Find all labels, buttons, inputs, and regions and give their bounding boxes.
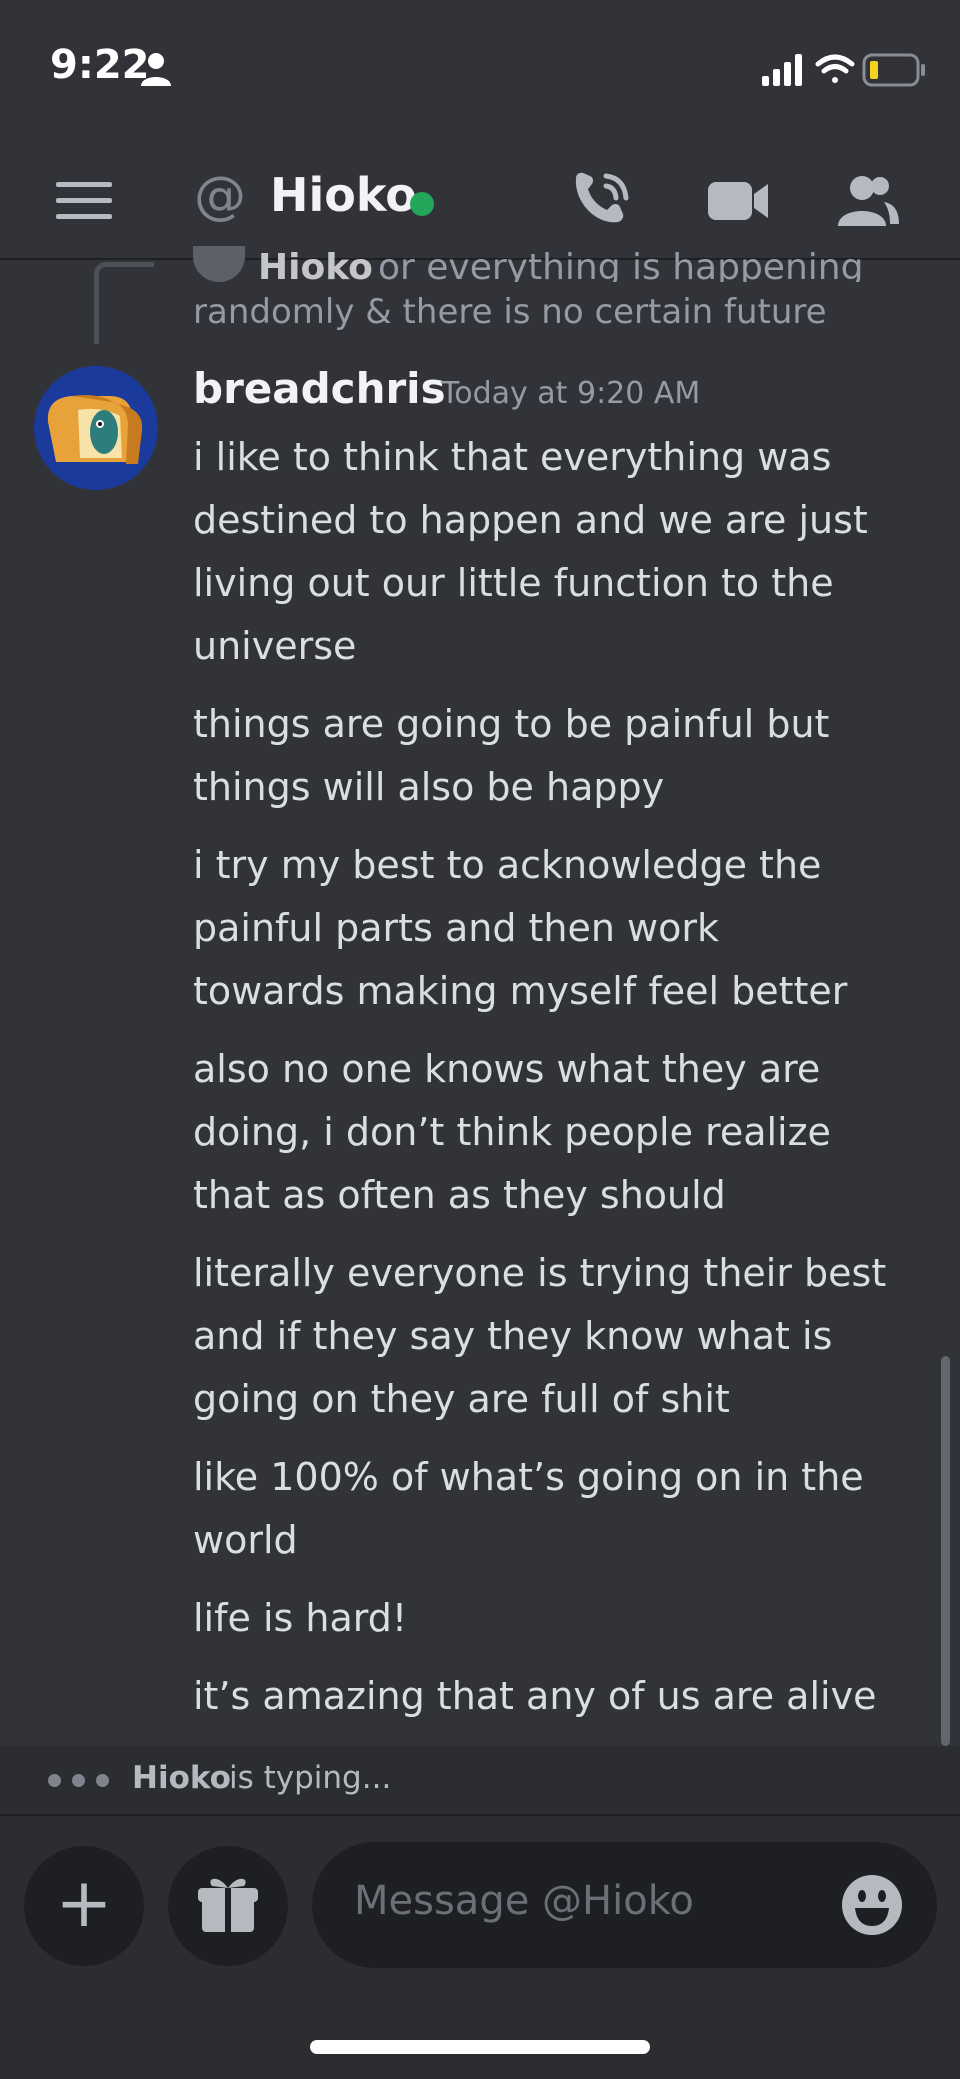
status-indicators — [762, 53, 925, 87]
add-attachment-button[interactable]: + — [24, 1846, 144, 1966]
message-text[interactable]: things are going to be painful but thing… — [193, 693, 933, 819]
reply-text-top: or everything is happening — [378, 247, 864, 282]
battery-icon — [862, 53, 925, 87]
message-text[interactable]: i try my best to acknowledge the painful… — [193, 834, 933, 1023]
menu-icon[interactable] — [56, 176, 112, 224]
typing-user: Hioko — [132, 1760, 231, 1796]
message-timestamp: Today at 9:20 AM — [441, 376, 701, 411]
gift-button[interactable] — [168, 1846, 288, 1966]
avatar[interactable] — [34, 366, 158, 490]
video-call-icon[interactable] — [706, 170, 770, 230]
bread-avatar-icon — [34, 366, 158, 490]
emoji-icon[interactable] — [841, 1874, 903, 1936]
message-input-placeholder: Message @Hioko — [354, 1878, 694, 1924]
wifi-icon — [815, 54, 855, 83]
message-text[interactable]: literally everyone is trying their best … — [193, 1242, 933, 1431]
status-time: 9:22 — [50, 42, 150, 88]
message-composer: + Message @Hioko — [0, 1816, 960, 2079]
message-text[interactable]: it’s amazing that any of us are alive — [193, 1665, 933, 1728]
message-text[interactable]: like 100% of what’s going on in the worl… — [193, 1446, 933, 1572]
gift-icon — [198, 1878, 258, 1932]
online-status-icon — [410, 192, 434, 216]
message-input[interactable]: Message @Hioko — [312, 1842, 937, 1968]
reply-text[interactable]: randomly & there is no certain future — [193, 292, 827, 332]
message-text[interactable]: life is hard! — [193, 1587, 933, 1650]
message-text[interactable]: i like to think that everything was dest… — [193, 426, 933, 678]
status-bar: 9:22 — [0, 0, 960, 140]
scrollbar[interactable] — [941, 1356, 950, 1746]
cellular-signal-icon — [762, 54, 802, 86]
typing-text: is typing... — [229, 1760, 392, 1796]
reply-author: Hioko — [258, 247, 373, 282]
voice-call-icon[interactable] — [570, 170, 634, 230]
reply-connector — [94, 262, 154, 344]
message-author[interactable]: breadchris — [193, 364, 446, 413]
dm-screen: 9:22 @ Hioko Hioko or everything is happ… — [0, 0, 960, 2079]
reply-avatar — [193, 246, 245, 282]
typing-indicator: Hioko is typing... — [0, 1746, 960, 1816]
person-icon — [141, 53, 171, 86]
members-icon[interactable] — [836, 170, 900, 230]
message-text[interactable]: also no one knows what they are doing, i… — [193, 1038, 933, 1227]
message-list: i like to think that everything was dest… — [193, 426, 933, 1743]
plus-icon: + — [55, 1864, 113, 1943]
home-indicator — [310, 2040, 650, 2054]
at-icon: @ — [194, 166, 246, 226]
typing-dots-icon — [48, 1774, 112, 1788]
channel-title[interactable]: Hioko — [270, 168, 417, 222]
